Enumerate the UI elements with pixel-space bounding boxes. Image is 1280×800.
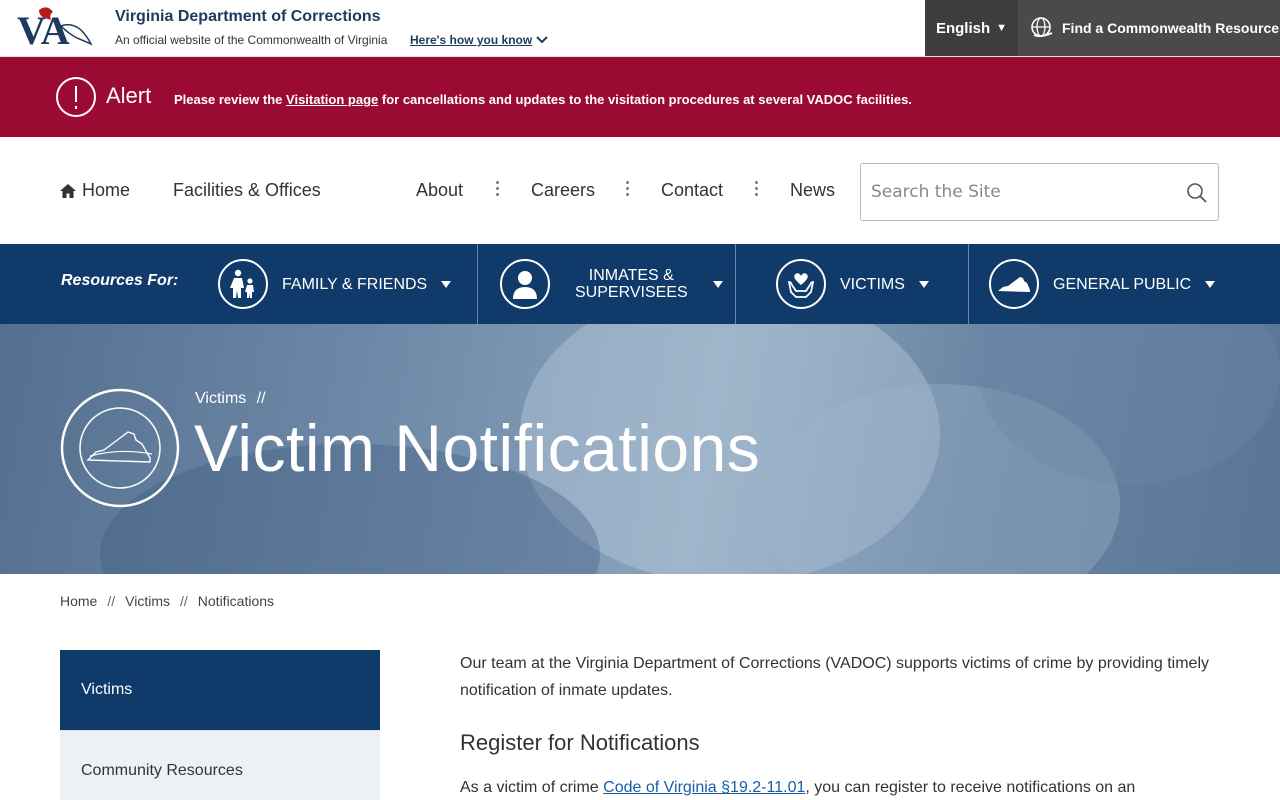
search-icon[interactable]: [1186, 182, 1208, 204]
alert-text-after: for cancellations and updates to the vis…: [381, 92, 912, 107]
breadcrumb-current: Notifications: [197, 593, 275, 609]
sidebar-item-community-resources[interactable]: Community Resources: [60, 730, 380, 800]
find-resource-button[interactable]: Find a Commonwealth Resource: [1018, 0, 1280, 56]
resource-inmates-supervisees[interactable]: Inmates & Supervisees: [500, 244, 723, 324]
nav-separator: [755, 181, 758, 197]
nav-facilities[interactable]: Facilities & Offices: [173, 180, 321, 201]
nav-home[interactable]: Home: [60, 180, 130, 201]
register-text-after: , you can register to receive notificati…: [805, 779, 1136, 796]
top-bar: VA Virginia Department of Corrections An…: [0, 0, 1280, 57]
how-you-know-label: Here's how you know: [410, 33, 533, 47]
caret-down-icon: [712, 280, 723, 288]
visitation-page-link[interactable]: Visitation page: [286, 92, 378, 107]
nav-about[interactable]: About: [416, 180, 463, 201]
person-icon: [500, 259, 550, 309]
breadcrumb: Home // Victims // Notifications: [60, 593, 274, 609]
search-input[interactable]: [861, 182, 1171, 202]
chevron-down-icon: [536, 36, 548, 44]
language-select[interactable]: English ▼: [925, 0, 1018, 56]
resource-family-friends[interactable]: Family & Friends: [218, 244, 452, 324]
virginia-map-icon: [989, 259, 1039, 309]
page-title: Victim Notifications: [194, 411, 761, 485]
resource-divider: [477, 244, 478, 324]
resource-divider: [735, 244, 736, 324]
resource-victims-label: Victims: [840, 275, 905, 293]
register-paragraph: As a victim of crime Code of Virginia §1…: [460, 774, 1220, 800]
code-of-virginia-link[interactable]: Code of Virginia §19.2-11.01: [603, 779, 805, 796]
breadcrumb-separator: //: [107, 593, 116, 609]
family-icon: [218, 259, 268, 309]
agency-name[interactable]: Virginia Department of Corrections: [115, 8, 381, 26]
hero-breadcrumb: Victims //: [195, 390, 266, 408]
resource-inmates-line1: Inmates &: [588, 267, 674, 284]
caret-down-icon: [918, 280, 929, 288]
hero-banner: Victims // Victim Notifications: [0, 324, 1280, 574]
resources-label: Resources For:: [61, 272, 179, 289]
resource-family-label: Family & Friends: [282, 275, 428, 293]
nav-news[interactable]: News: [790, 180, 835, 201]
resource-public-label: General Public: [1053, 275, 1192, 293]
breadcrumb-separator: //: [180, 593, 188, 609]
hero-crumb-victims[interactable]: Victims: [195, 390, 246, 407]
find-resource-label: Find a Commonwealth Resource: [1062, 20, 1280, 36]
official-site-text: An official website of the Commonwealth …: [115, 33, 388, 47]
resource-victims[interactable]: Victims: [776, 244, 929, 324]
intro-paragraph: Our team at the Virginia Department of C…: [460, 655, 1209, 699]
main-nav: Home Facilities & Offices About Careers …: [0, 137, 1280, 244]
doc-seal-logo: [60, 388, 180, 508]
nav-separator: [626, 181, 629, 197]
resource-inmates-label: Inmates & Supervisees: [575, 267, 688, 301]
alert-label: Alert: [106, 83, 152, 108]
breadcrumb-home[interactable]: Home: [60, 593, 97, 609]
alert-banner: Alert Please review the Visitation page …: [0, 57, 1280, 137]
nav-separator: [496, 181, 499, 197]
register-text-before: As a victim of crime: [460, 779, 599, 796]
exclamation-circle-icon: [56, 77, 96, 117]
nav-careers[interactable]: Careers: [531, 180, 595, 201]
language-label: English: [935, 19, 991, 37]
how-you-know-link[interactable]: Here's how you know: [410, 33, 548, 47]
caret-down-icon: ▼: [996, 22, 1008, 34]
globe-hand-icon: [1031, 17, 1053, 38]
caret-down-icon: [1205, 280, 1216, 288]
search-box: [860, 163, 1219, 221]
resource-general-public[interactable]: General Public: [989, 244, 1216, 324]
breadcrumb-victims[interactable]: Victims: [125, 593, 170, 609]
caret-down-icon: [441, 280, 452, 288]
vadoc-logo-icon[interactable]: VA: [17, 4, 93, 48]
home-icon: [60, 183, 76, 198]
sidebar-item-victims[interactable]: Victims: [60, 650, 380, 730]
resources-bar: Resources For: Family & Friends Inmates …: [0, 244, 1280, 324]
hero-crumb-sep: //: [256, 390, 266, 407]
heart-hands-icon: [776, 259, 826, 309]
resource-inmates-line2: Supervisees: [575, 284, 688, 301]
nav-contact[interactable]: Contact: [661, 180, 723, 201]
section-heading: Register for Notifications: [460, 730, 700, 755]
resource-divider: [968, 244, 969, 324]
alert-text-before: Please review the: [174, 92, 283, 107]
nav-home-label: Home: [82, 180, 131, 200]
alert-message: Please review the Visitation page for ca…: [174, 92, 912, 107]
